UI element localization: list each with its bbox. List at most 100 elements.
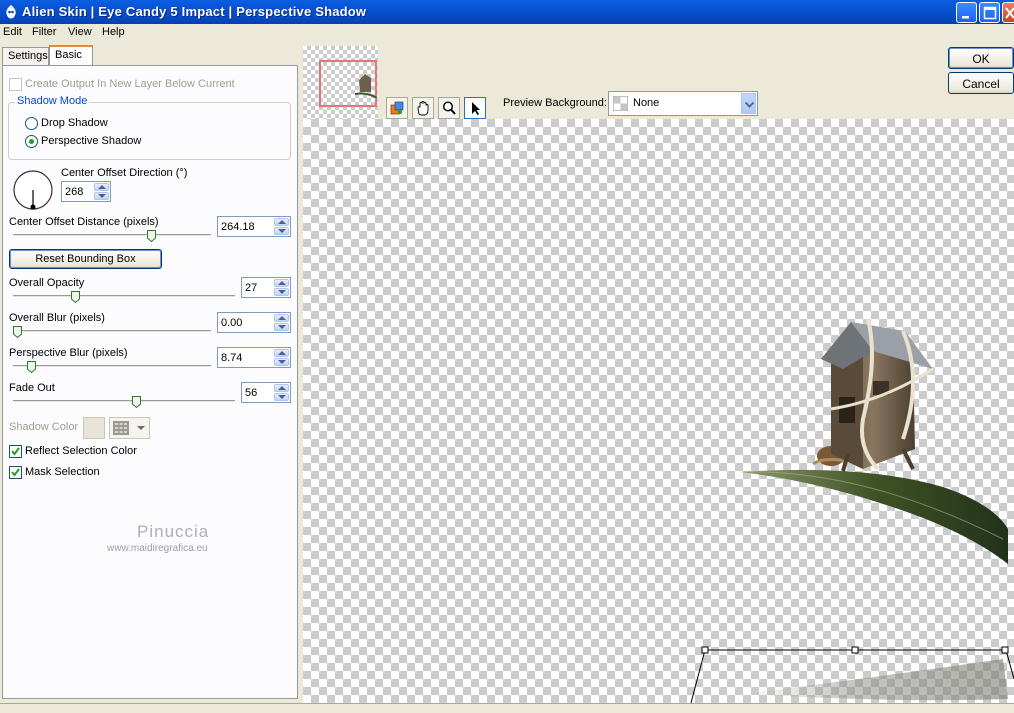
tab-settings[interactable]: Settings — [2, 47, 49, 67]
opacity-spinner[interactable]: 27 — [241, 277, 291, 298]
reflect-selection-color-label: Reflect Selection Color — [25, 445, 137, 457]
chevron-down-icon — [137, 426, 145, 430]
direction-value: 268 — [65, 186, 84, 198]
minimize-button[interactable] — [956, 2, 977, 23]
drop-shadow-radio[interactable] — [25, 117, 38, 130]
distance-up-button[interactable] — [274, 218, 289, 226]
ok-button[interactable]: OK — [948, 47, 1014, 69]
shadow-color-palette-button[interactable] — [109, 417, 150, 439]
navigator-viewport-box[interactable] — [319, 60, 377, 107]
color-picker-tool[interactable] — [386, 97, 408, 119]
perspective-blur-value: 8.74 — [221, 352, 243, 364]
menu-view[interactable]: View — [68, 26, 92, 38]
preview-canvas[interactable] — [303, 119, 1014, 703]
direction-up-button[interactable] — [94, 183, 109, 191]
palette-grid-icon — [113, 421, 129, 435]
direction-spinner[interactable]: 268 — [61, 181, 111, 202]
app-icon — [6, 5, 16, 19]
arrow-pointer-icon — [472, 102, 480, 115]
mask-selection-checkbox[interactable] — [9, 466, 22, 479]
overall-blur-up-button[interactable] — [274, 314, 289, 322]
maximize-icon — [983, 6, 997, 20]
fade-out-spinner[interactable]: 56 — [241, 382, 291, 403]
perspective-blur-spinner[interactable]: 8.74 — [217, 347, 291, 368]
distance-down-button[interactable] — [274, 227, 289, 235]
color-picker-icon — [390, 101, 404, 115]
chevron-down-icon — [745, 102, 754, 108]
cancel-button[interactable]: Cancel — [948, 72, 1014, 94]
fade-out-value: 56 — [245, 387, 258, 399]
minimize-icon — [962, 16, 969, 19]
opacity-slider-thumb[interactable] — [71, 291, 80, 303]
overall-blur-value: 0.00 — [221, 317, 243, 329]
opacity-up-button[interactable] — [274, 279, 289, 287]
overall-blur-slider-thumb[interactable] — [13, 326, 22, 338]
mask-selection-label: Mask Selection — [25, 466, 100, 478]
distance-label: Center Offset Distance (pixels) — [9, 216, 159, 228]
hand-icon — [417, 101, 429, 116]
zoom-icon — [442, 101, 456, 115]
close-icon — [1005, 7, 1014, 19]
direction-label: Center Offset Direction (°) — [61, 167, 188, 179]
preview-artwork — [690, 318, 1014, 703]
overall-blur-label: Overall Blur (pixels) — [9, 312, 105, 324]
zoom-tool[interactable] — [438, 97, 460, 119]
reflect-selection-color-checkbox[interactable] — [9, 445, 22, 458]
navigator-house-thumbnail — [355, 74, 377, 98]
create-output-checkbox[interactable] — [9, 78, 22, 91]
tab-basic[interactable]: Basic — [49, 45, 93, 67]
hand-tool[interactable] — [412, 97, 434, 119]
check-icon — [11, 447, 20, 456]
check-icon — [11, 468, 20, 477]
opacity-value: 27 — [245, 282, 258, 294]
fade-out-slider-track[interactable] — [13, 400, 235, 403]
fade-out-slider-thumb[interactable] — [132, 396, 141, 408]
shadow-color-swatch[interactable] — [83, 417, 105, 439]
distance-spinner[interactable]: 264.18 — [217, 216, 291, 237]
window-title: Alien Skin | Eye Candy 5 Impact | Perspe… — [22, 4, 367, 19]
fade-out-down-button[interactable] — [274, 393, 289, 401]
status-bar — [0, 703, 1014, 713]
overall-blur-spinner[interactable]: 0.00 — [217, 312, 291, 333]
distance-slider-thumb[interactable] — [147, 230, 156, 242]
close-button[interactable] — [1002, 2, 1014, 23]
title-bar: Alien Skin | Eye Candy 5 Impact | Perspe… — [0, 0, 1014, 24]
shadow-mode-group — [8, 102, 291, 160]
opacity-label: Overall Opacity — [9, 277, 85, 289]
watermark-name: Pinuccia — [137, 522, 210, 541]
perspective-blur-label: Perspective Blur (pixels) — [9, 347, 128, 359]
menu-bar: Edit Filter View Help — [0, 24, 1014, 43]
perspective-shadow-label: Perspective Shadow — [41, 135, 142, 147]
menu-edit[interactable]: Edit — [3, 26, 22, 38]
transparency-checker-icon — [613, 96, 628, 111]
navigator-thumbnail[interactable] — [303, 46, 378, 119]
overall-blur-down-button[interactable] — [274, 323, 289, 331]
drop-shadow-label: Drop Shadow — [41, 117, 108, 129]
fade-out-label: Fade Out — [9, 382, 55, 394]
shadow-color-label: Shadow Color — [9, 421, 79, 433]
perspective-blur-down-button[interactable] — [274, 358, 289, 366]
distance-slider-track[interactable] — [13, 234, 211, 237]
distance-value: 264.18 — [221, 221, 255, 233]
perspective-blur-slider-track[interactable] — [13, 365, 211, 368]
maximize-button[interactable] — [979, 2, 1000, 23]
fade-out-up-button[interactable] — [274, 384, 289, 392]
opacity-down-button[interactable] — [274, 288, 289, 296]
perspective-shadow-radio[interactable] — [25, 135, 38, 148]
preview-background-value: None — [633, 97, 660, 109]
reset-bounding-box-button[interactable]: Reset Bounding Box — [9, 249, 162, 269]
shadow-mode-title: Shadow Mode — [15, 95, 90, 107]
menu-help[interactable]: Help — [102, 26, 125, 38]
arrow-pointer-tool[interactable] — [464, 97, 486, 119]
dropdown-arrow-button[interactable] — [741, 93, 756, 114]
direction-dial[interactable] — [11, 168, 55, 212]
watermark-url: www.maidiregrafica.eu — [107, 543, 208, 554]
perspective-blur-slider-thumb[interactable] — [27, 361, 36, 373]
direction-down-button[interactable] — [94, 192, 109, 200]
opacity-slider-track[interactable] — [13, 295, 235, 298]
menu-filter[interactable]: Filter — [32, 26, 56, 38]
settings-panel: Create Output In New Layer Below Current… — [2, 65, 298, 699]
preview-background-dropdown[interactable]: None — [608, 91, 758, 116]
overall-blur-slider-track[interactable] — [13, 330, 211, 333]
perspective-blur-up-button[interactable] — [274, 349, 289, 357]
